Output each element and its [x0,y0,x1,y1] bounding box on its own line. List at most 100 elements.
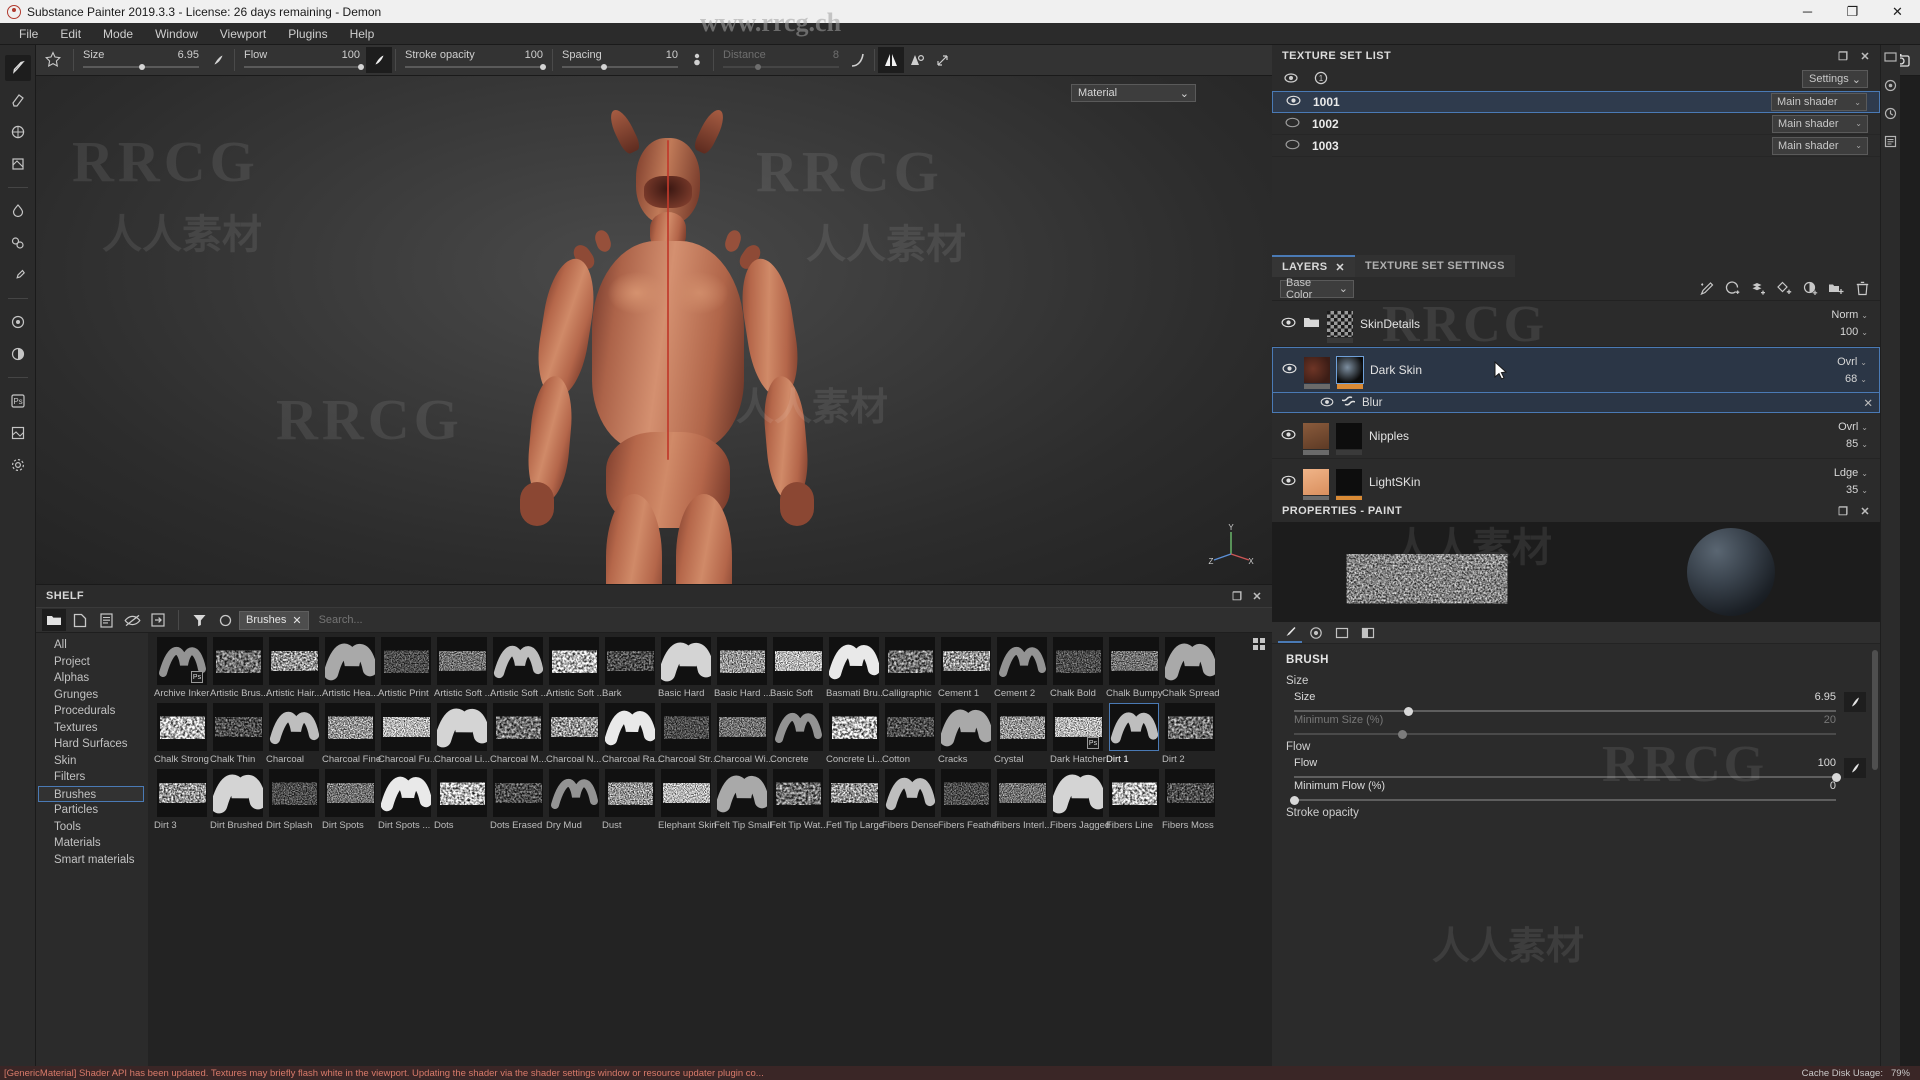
brush-tab-icon[interactable] [1278,623,1302,643]
flow-pressure-icon[interactable] [366,47,392,73]
texture-set-settings-button[interactable]: Settings ⌄ [1802,70,1868,88]
menu-viewport[interactable]: Viewport [209,23,277,45]
toolbar-stroke-opacity-slider[interactable] [405,66,543,68]
close-icon[interactable]: ✕ [1335,261,1345,274]
slider-track[interactable] [1294,776,1836,778]
slider-track[interactable] [1294,799,1836,801]
layer-mask-thumbnail[interactable] [1336,469,1362,495]
brush-cell[interactable]: Crystal [994,703,1050,765]
brush-cell[interactable]: Basic Soft [770,637,826,699]
brush-cell[interactable]: Chalk Thin [210,703,266,765]
toolbar-spacing-slider[interactable] [562,66,678,68]
layer-mask-thumbnail[interactable] [1337,357,1363,383]
hide-icon[interactable] [120,609,144,631]
brush-cell[interactable]: Fibers Moss [1162,769,1218,831]
shelf-category-procedurals[interactable]: Procedurals [36,703,148,720]
brush-cell[interactable]: Dirt Spots [322,769,378,831]
menu-plugins[interactable]: Plugins [277,23,338,45]
layer-visibility-icon[interactable] [1281,363,1297,377]
layer-row[interactable]: Dark SkinOvrl⌄68⌄ [1272,347,1880,393]
layer-blend-mode[interactable]: Ovrl⌄ [1837,356,1867,368]
brush-cell[interactable]: Fetl Tip Large [826,769,882,831]
slider-track[interactable] [1294,710,1836,712]
brush-cell[interactable]: Felt Tip Wat... [770,769,826,831]
layer-mask-thumbnail[interactable] [1336,423,1362,449]
toolbar-flow-param[interactable]: Flow100 [238,45,366,76]
layer-opacity[interactable]: 35⌄ [1846,484,1868,496]
layer-content-thumbnail[interactable] [1303,423,1329,449]
shelf-category-brushes[interactable]: Brushes [38,786,144,803]
menu-mode[interactable]: Mode [92,23,144,45]
projection-icon[interactable] [5,119,31,145]
layer-blend-mode[interactable]: Norm⌄ [1831,309,1868,321]
grid-view-icon[interactable] [1252,637,1266,654]
size-pressure-icon[interactable] [205,47,231,73]
brush-cell[interactable]: Basic Hard ... [714,637,770,699]
layer-opacity[interactable]: 68⌄ [1845,373,1867,385]
brush-cell[interactable]: Elephant Skin [658,769,714,831]
shelf-category-materials[interactable]: Materials [36,835,148,852]
brush-cell[interactable]: Cement 1 [938,637,994,699]
symmetry-settings-icon[interactable] [904,47,930,73]
import-icon[interactable] [146,609,170,631]
toolbar-stroke-opacity-param[interactable]: Stroke opacity100 [399,45,549,76]
add-mask-icon[interactable] [1722,279,1742,299]
display-settings-icon[interactable] [1884,51,1897,67]
3d-viewport[interactable]: Material ⌄ Y X Z RRCG 人人素材 RRCG 人人素材 RRC… [36,76,1272,584]
shelf-category-smart-materials[interactable]: Smart materials [36,852,148,869]
texture-set-row[interactable]: 1003Main shader⌄ [1272,135,1880,157]
smudge-icon[interactable] [5,198,31,224]
slider-track[interactable] [1294,733,1836,735]
channel-selector[interactable]: Base Color ⌄ [1280,280,1354,298]
brush-cell[interactable]: Dots [434,769,490,831]
close-button[interactable]: ✕ [1875,0,1920,23]
brush-cell[interactable]: Charcoal Li... [434,703,490,765]
brush-cell[interactable]: Felt Tip Small [714,769,770,831]
layer-mask-thumbnail[interactable] [1327,311,1353,337]
layer-content-thumbnail[interactable] [1304,357,1330,383]
layer-opacity[interactable]: 85⌄ [1846,438,1868,450]
brush-cell[interactable]: Concrete [770,703,826,765]
brush-cell[interactable]: Cement 2 [994,637,1050,699]
brush-cell[interactable]: Charcoal Fu... [378,703,434,765]
menu-window[interactable]: Window [144,23,209,45]
new-doc-icon[interactable] [68,609,92,631]
float-icon[interactable]: ❐ [1838,50,1848,63]
brush-stamp-icon[interactable] [40,47,66,73]
layer-blend-mode[interactable]: Ovrl⌄ [1838,421,1868,433]
brush-cell[interactable]: Fibers Feather [938,769,994,831]
layer-row[interactable]: NipplesOvrl⌄85⌄ [1272,413,1880,459]
layer-visibility-icon[interactable] [1280,317,1296,331]
brush-cell[interactable]: Artistic Soft ... [434,637,490,699]
shelf-category-particles[interactable]: Particles [36,802,148,819]
brush-cell[interactable]: Cracks [938,703,994,765]
add-adjustment-icon[interactable] [1800,279,1820,299]
shelf-category-alphas[interactable]: Alphas [36,670,148,687]
brush-cell[interactable]: Fibers Jagged [1050,769,1106,831]
texture-set-shader-dropdown[interactable]: Main shader⌄ [1772,115,1868,133]
properties-scrollbar[interactable] [1872,650,1878,770]
brush-cell[interactable]: Charcoal Fine [322,703,378,765]
property-slider-row[interactable]: Size6.95 [1286,691,1866,712]
brush-cell[interactable]: Calligraphic [882,637,938,699]
visibility-toggle-icon[interactable] [1284,117,1300,131]
toolbar-spacing-param[interactable]: Spacing10 [556,45,684,76]
layer-visibility-icon[interactable] [1280,429,1296,443]
layer-opacity[interactable]: 100⌄ [1840,326,1868,338]
photoshop-icon[interactable]: Ps [5,388,31,414]
alpha-tab-icon[interactable] [1330,623,1354,643]
menu-edit[interactable]: Edit [49,23,92,45]
layer-visibility-icon[interactable] [1280,475,1296,489]
shader-settings-icon[interactable] [1884,79,1897,95]
shelf-category-tools[interactable]: Tools [36,819,148,836]
log-icon[interactable] [1884,135,1897,151]
shelf-category-skin[interactable]: Skin [36,753,148,770]
brush-cell[interactable]: Charcoal Wi... [714,703,770,765]
delete-layer-icon[interactable] [1852,279,1872,299]
float-icon[interactable]: ❐ [1838,505,1848,518]
tiling-icon[interactable] [930,47,956,73]
shelf-category-filters[interactable]: Filters [36,769,148,786]
add-fill-layer-icon[interactable] [1748,279,1768,299]
close-icon[interactable]: ✕ [1860,505,1870,518]
brush-cell[interactable]: Chalk Spread [1162,637,1218,699]
